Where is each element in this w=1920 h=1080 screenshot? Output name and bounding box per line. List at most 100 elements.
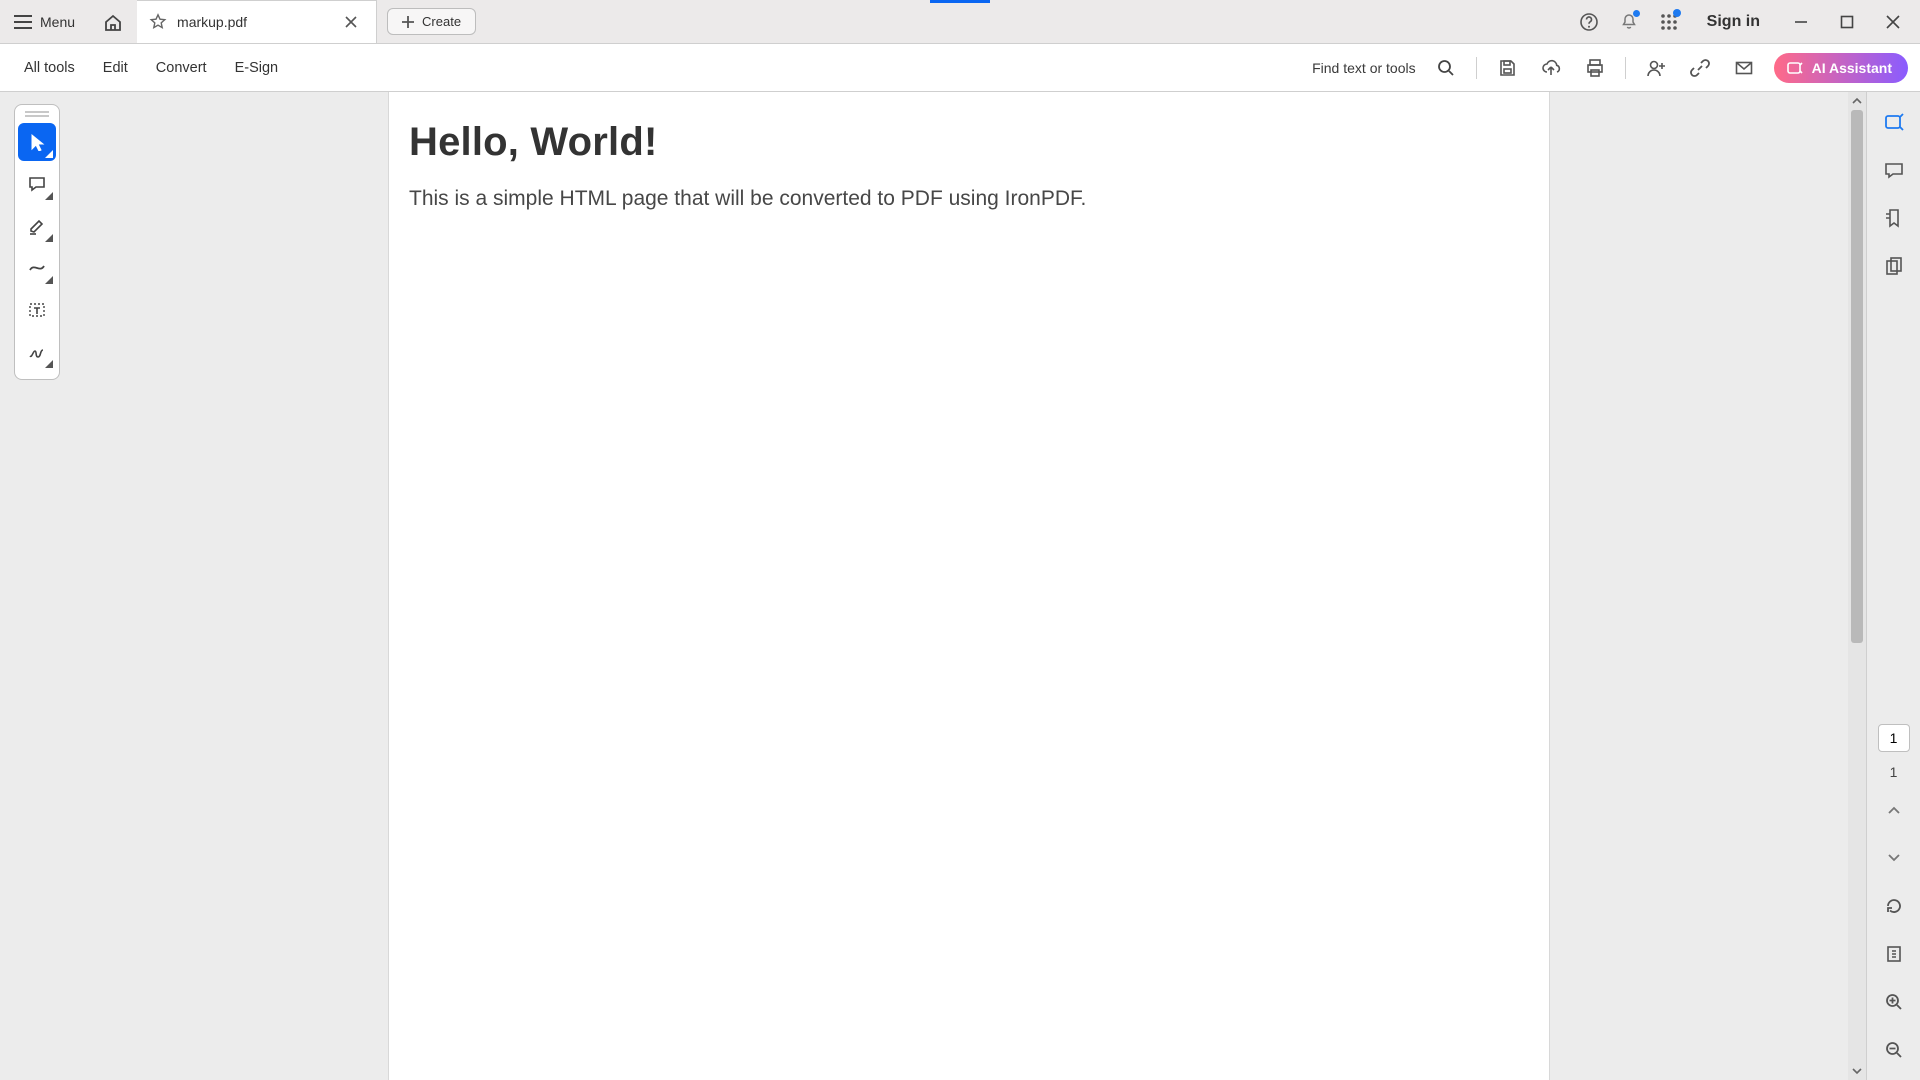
- window-maximize-button[interactable]: [1824, 0, 1870, 44]
- page-total: 1: [1890, 764, 1898, 780]
- zoom-in-button[interactable]: [1876, 984, 1912, 1020]
- chevron-down-icon: [1887, 852, 1901, 864]
- left-tool-rail: [0, 92, 72, 1080]
- apps-button[interactable]: [1649, 0, 1689, 44]
- draw-tool-button[interactable]: [18, 249, 56, 287]
- signature-icon: [27, 342, 47, 362]
- notification-dot: [1633, 10, 1640, 17]
- text-box-icon: [27, 300, 47, 320]
- text-box-tool-button[interactable]: [18, 291, 56, 329]
- vertical-scrollbar[interactable]: [1848, 92, 1866, 1080]
- comment-icon: [27, 174, 47, 194]
- zoom-out-button[interactable]: [1876, 1032, 1912, 1068]
- pdf-page: Hello, World! This is a simple HTML page…: [389, 92, 1549, 1080]
- signin-button[interactable]: Sign in: [1689, 13, 1778, 31]
- right-rail: 1: [1866, 92, 1920, 1080]
- chevron-up-icon: [1852, 97, 1862, 105]
- cursor-icon: [28, 133, 46, 151]
- document-tab[interactable]: markup.pdf: [137, 0, 377, 43]
- menu-button[interactable]: Menu: [0, 0, 89, 43]
- close-icon: [345, 16, 357, 28]
- scroll-track[interactable]: [1848, 110, 1866, 1062]
- search-button[interactable]: [1426, 48, 1466, 88]
- rotate-button[interactable]: [1876, 888, 1912, 924]
- page-wrap: Hello, World! This is a simple HTML page…: [389, 92, 1549, 1080]
- tab-close-button[interactable]: [340, 11, 362, 33]
- tab-title: markup.pdf: [177, 14, 330, 30]
- help-icon: [1579, 12, 1599, 32]
- link-icon: [1690, 58, 1710, 78]
- divider: [1625, 57, 1626, 79]
- ai-panel-button[interactable]: [1876, 104, 1912, 140]
- titlebar-spacer: [486, 0, 1569, 43]
- main-area: Hello, World! This is a simple HTML page…: [0, 92, 1920, 1080]
- home-button[interactable]: [89, 0, 137, 43]
- help-button[interactable]: [1569, 0, 1609, 44]
- zoom-in-icon: [1884, 992, 1904, 1012]
- palette-grip[interactable]: [25, 111, 49, 117]
- toolbar-item-esign[interactable]: E-Sign: [223, 54, 291, 82]
- home-icon: [103, 12, 123, 32]
- scroll-up-button[interactable]: [1848, 92, 1866, 110]
- window-close-button[interactable]: [1870, 0, 1916, 44]
- pages-icon: [1883, 255, 1905, 277]
- next-page-button[interactable]: [1876, 840, 1912, 876]
- ai-assistant-button[interactable]: AI Assistant: [1774, 53, 1908, 83]
- submenu-indicator-icon: [45, 234, 53, 242]
- signin-label: Sign in: [1707, 13, 1760, 31]
- plus-icon: [402, 16, 414, 28]
- comment-tool-button[interactable]: [18, 165, 56, 203]
- rotate-icon: [1884, 896, 1904, 916]
- ai-sparkle-icon: [1786, 59, 1804, 77]
- cloud-upload-icon: [1540, 58, 1562, 78]
- highlighter-icon: [27, 216, 47, 236]
- submenu-indicator-icon: [45, 150, 53, 158]
- star-icon[interactable]: [149, 13, 167, 31]
- page-display-button[interactable]: [1876, 936, 1912, 972]
- mail-icon: [1734, 58, 1754, 78]
- share-users-button[interactable]: [1636, 48, 1676, 88]
- email-button[interactable]: [1724, 48, 1764, 88]
- maximize-icon: [1840, 15, 1854, 29]
- titlebar-right: Sign in: [1569, 0, 1920, 43]
- bookmark-icon: [1883, 207, 1905, 229]
- sign-tool-button[interactable]: [18, 333, 56, 371]
- print-button[interactable]: [1575, 48, 1615, 88]
- page-fit-icon: [1884, 944, 1904, 964]
- ai-assistant-label: AI Assistant: [1812, 60, 1892, 76]
- add-person-icon: [1645, 58, 1667, 78]
- hamburger-icon: [14, 15, 32, 29]
- scroll-thumb[interactable]: [1851, 110, 1863, 643]
- bookmarks-panel-button[interactable]: [1876, 200, 1912, 236]
- toolbar-item-all-tools[interactable]: All tools: [12, 54, 87, 82]
- select-tool-button[interactable]: [18, 123, 56, 161]
- share-link-button[interactable]: [1680, 48, 1720, 88]
- close-icon: [1886, 15, 1900, 29]
- toolbar-item-edit[interactable]: Edit: [91, 54, 140, 82]
- create-button[interactable]: Create: [387, 8, 476, 35]
- document-viewer[interactable]: Hello, World! This is a simple HTML page…: [72, 92, 1866, 1080]
- find-button[interactable]: Find text or tools: [1312, 60, 1422, 76]
- highlight-tool-button[interactable]: [18, 207, 56, 245]
- thumbnails-panel-button[interactable]: [1876, 248, 1912, 284]
- draw-icon: [27, 258, 47, 278]
- doc-paragraph: This is a simple HTML page that will be …: [409, 187, 1529, 211]
- app-root: Menu markup.pdf Create: [0, 0, 1920, 1080]
- chevron-down-icon: [1852, 1067, 1862, 1075]
- ai-panel-icon: [1883, 111, 1905, 133]
- titlebar: Menu markup.pdf Create: [0, 0, 1920, 44]
- notifications-button[interactable]: [1609, 0, 1649, 44]
- submenu-indicator-icon: [45, 192, 53, 200]
- save-button[interactable]: [1487, 48, 1527, 88]
- comments-panel-button[interactable]: [1876, 152, 1912, 188]
- prev-page-button[interactable]: [1876, 792, 1912, 828]
- toolbar-item-convert[interactable]: Convert: [144, 54, 219, 82]
- submenu-indicator-icon: [45, 360, 53, 368]
- chevron-up-icon: [1887, 804, 1901, 816]
- upload-button[interactable]: [1531, 48, 1571, 88]
- search-icon: [1436, 58, 1456, 78]
- scroll-down-button[interactable]: [1848, 1062, 1866, 1080]
- minimize-icon: [1794, 15, 1808, 29]
- window-minimize-button[interactable]: [1778, 0, 1824, 44]
- page-number-input[interactable]: [1878, 724, 1910, 752]
